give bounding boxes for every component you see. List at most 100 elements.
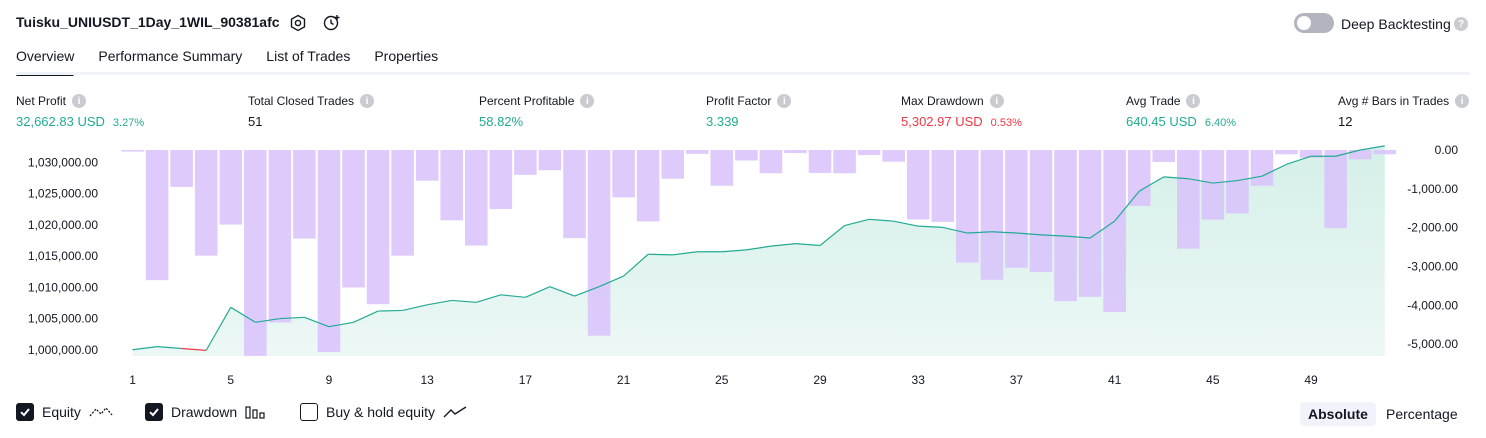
metric-value: 32,662.83 USD — [16, 114, 105, 129]
buy-hold-line-icon — [443, 406, 467, 418]
right-axis-tick-label: -5,000.00 — [1407, 337, 1458, 351]
deep-backtesting-label: Deep Backtesting — [1341, 16, 1451, 32]
drawdown-bar — [194, 150, 218, 256]
metric-label: Max Drawdown — [901, 94, 984, 108]
x-axis-tick-label: 9 — [326, 373, 333, 387]
drawdown-bar — [219, 150, 243, 225]
help-icon[interactable]: ? — [1454, 17, 1468, 31]
drawdown-bar — [710, 150, 734, 186]
x-axis-tick-label: 37 — [1010, 373, 1024, 387]
drawdown-bar — [293, 150, 316, 239]
x-axis-tick-label: 17 — [519, 373, 533, 387]
drawdown-bar — [1201, 150, 1225, 220]
drawdown-bar — [489, 150, 513, 210]
drawdown-bar — [145, 150, 169, 281]
x-axis-tick-label: 41 — [1108, 373, 1122, 387]
settings-icon[interactable] — [288, 13, 308, 33]
x-axis-tick-label: 49 — [1304, 373, 1318, 387]
drawdown-bar — [735, 150, 758, 161]
checkbox-buy-hold-equity[interactable] — [300, 403, 318, 421]
left-axis-tick-label: 1,020,000.00 — [28, 218, 98, 232]
percentage-toggle[interactable]: Percentage — [1378, 402, 1466, 426]
drawdown-bar — [317, 150, 341, 352]
drawdown-bar — [121, 150, 144, 152]
drawdown-bar — [956, 150, 979, 263]
drawdown-bar — [612, 150, 635, 198]
right-axis-tick-label: -2,000.00 — [1407, 221, 1458, 235]
drawdown-bar — [415, 150, 439, 181]
x-axis-tick-label: 45 — [1206, 373, 1220, 387]
drawdown-bar — [514, 150, 537, 175]
legend-equity[interactable]: Equity — [16, 403, 113, 421]
metric-percent: 3.27% — [112, 117, 145, 129]
metric-avg-bars-in-trades: Avg # Bars in Trades i 12 — [1338, 94, 1470, 129]
drawdown-bar — [759, 150, 783, 174]
drawdown-bar — [342, 150, 365, 288]
drawdown-bar — [464, 150, 488, 246]
metric-value: 640.45 USD — [1126, 114, 1197, 129]
checkbox-drawdown[interactable] — [145, 403, 163, 421]
info-icon[interactable]: i — [580, 94, 595, 108]
drawdown-bar — [882, 150, 905, 162]
metric-value: 5,302.97 USD — [901, 114, 983, 129]
drawdown-bar — [538, 150, 562, 171]
drawdown-bar — [1324, 150, 1347, 229]
metric-max-drawdown: Max Drawdown i 5,302.97 USD 0.53% — [901, 94, 1022, 129]
equity-drawdown-chart: 1,000,000.00 1,005,000.00 1,010,000.00 1,01… — [28, 143, 1458, 387]
drawdown-bar — [980, 150, 1004, 280]
deep-backtesting-toggle[interactable] — [1294, 13, 1334, 33]
drawdown-bar — [268, 150, 292, 323]
equity-line-segment — [648, 253, 673, 256]
drawdown-bar — [170, 150, 193, 187]
drawdown-bar — [1250, 150, 1274, 186]
legend-buy-hold-equity[interactable]: Buy & hold equity — [300, 403, 467, 421]
left-axis-tick-label: 1,025,000.00 — [28, 187, 98, 201]
info-icon[interactable]: i — [989, 94, 1004, 108]
metric-label: Net Profit — [16, 94, 67, 108]
absolute-toggle[interactable]: Absolute — [1300, 402, 1376, 426]
drawdown-bar — [784, 150, 807, 154]
metric-total-closed-trades: Total Closed Trades i 51 — [248, 94, 375, 129]
metric-label: Percent Profitable — [479, 94, 575, 108]
drawdown-bar — [661, 150, 684, 179]
metric-label: Avg # Bars in Trades — [1338, 94, 1450, 108]
x-axis-tick-label: 21 — [617, 373, 631, 387]
checkbox-equity[interactable] — [16, 403, 34, 421]
add-alert-icon[interactable] — [322, 13, 342, 33]
drawdown-bar — [366, 150, 390, 305]
metric-percent-profitable: Percent Profitable i 58.82% — [479, 94, 595, 129]
drawdown-bar — [1078, 150, 1102, 297]
drawdown-bar — [808, 150, 832, 173]
equity-line-segment — [378, 309, 403, 312]
right-axis-tick-label: -4,000.00 — [1407, 298, 1458, 312]
x-axis-tick-label: 25 — [715, 373, 729, 387]
drawdown-bar — [1177, 150, 1200, 249]
info-icon[interactable]: i — [1455, 94, 1470, 108]
metric-label: Avg Trade — [1126, 94, 1181, 108]
drawdown-bar — [636, 150, 660, 222]
drawdown-bar — [1103, 150, 1126, 312]
drawdown-bar — [857, 150, 881, 156]
metric-profit-factor: Profit Factor i 3.339 — [706, 94, 792, 129]
info-icon[interactable]: i — [72, 94, 87, 108]
legend-drawdown[interactable]: Drawdown — [145, 403, 267, 421]
left-axis-tick-label: 1,030,000.00 — [28, 155, 98, 169]
drawdown-bar — [1275, 150, 1298, 155]
legend-buy-hold-label: Buy & hold equity — [326, 404, 435, 420]
info-icon[interactable]: i — [1186, 94, 1201, 108]
metric-label: Total Closed Trades — [248, 94, 355, 108]
info-icon[interactable]: i — [360, 94, 375, 108]
right-axis-tick-label: -3,000.00 — [1407, 260, 1458, 274]
equity-line-icon — [89, 406, 113, 417]
metric-percent: 6.40% — [1204, 117, 1237, 129]
drawdown-bar — [563, 150, 586, 239]
left-axis-tick-label: 1,000,000.00 — [28, 343, 98, 357]
drawdown-bars-icon — [245, 406, 265, 419]
metric-label: Profit Factor — [706, 94, 772, 108]
x-axis-tick-label: 1 — [129, 373, 136, 387]
metric-value: 51 — [248, 114, 263, 129]
right-axis-tick-label: -1,000.00 — [1407, 182, 1458, 196]
info-icon[interactable]: i — [777, 94, 792, 108]
drawdown-bar — [244, 150, 267, 356]
metric-avg-trade: Avg Trade i 640.45 USD 6.40% — [1126, 94, 1236, 129]
